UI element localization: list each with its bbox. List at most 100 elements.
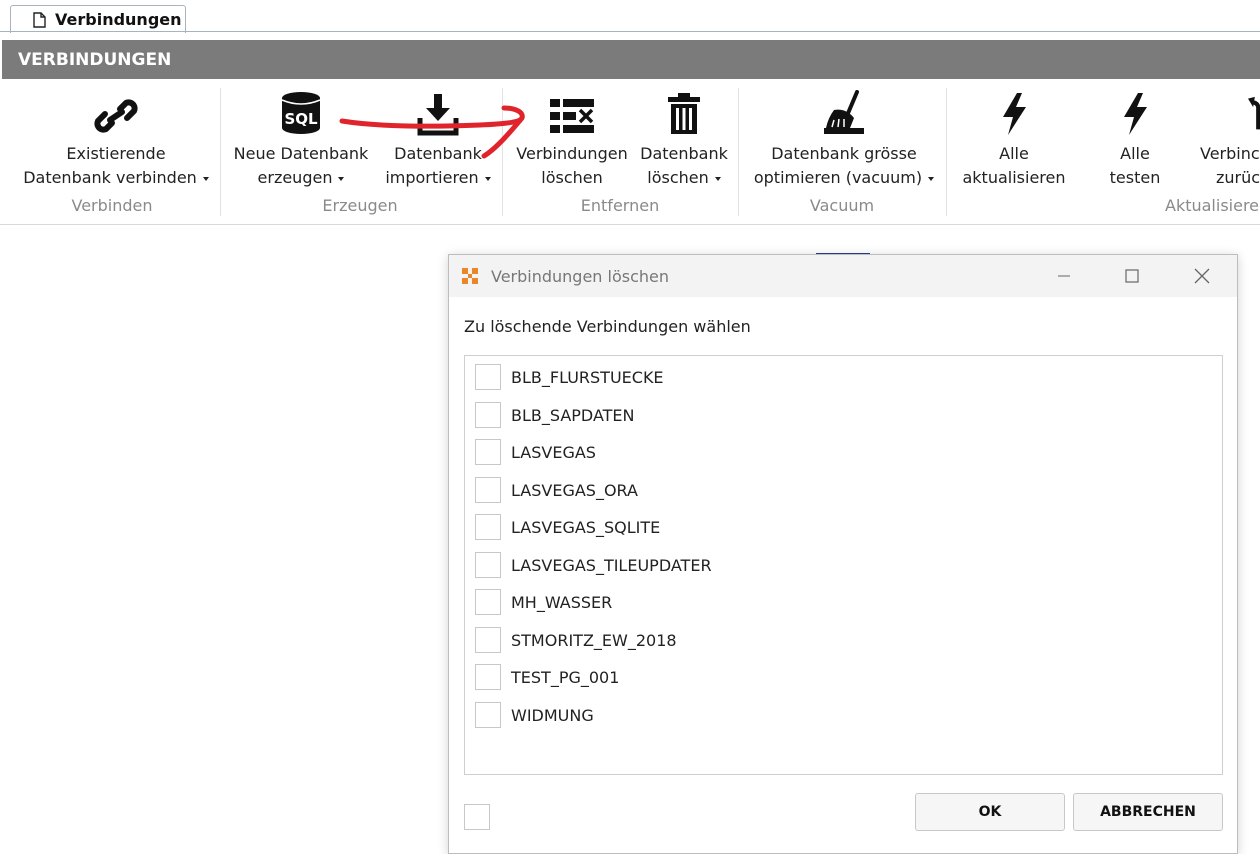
chevron-down-icon (338, 176, 345, 181)
list-item-label: LASVEGAS_ORA (511, 480, 638, 500)
button-label-line1: Datenbank (394, 144, 482, 163)
delete-db-button[interactable]: Datenbank löschen (636, 90, 732, 190)
link-icon (18, 90, 214, 136)
list-item[interactable]: LASVEGAS (475, 438, 596, 466)
tab-strip-divider (0, 31, 1260, 32)
minimize-icon (1058, 275, 1070, 277)
lightning-icon (958, 90, 1070, 136)
list-item-label: LASVEGAS (511, 442, 596, 462)
button-label-line1: Verbindungen (516, 144, 628, 163)
button-label-line1: Datenbank (640, 144, 728, 163)
button-label-line2: optimieren (vacuum) (753, 168, 923, 187)
button-label-line1: Datenbank grösse (771, 144, 917, 163)
list-item-label: TEST_PG_001 (511, 667, 620, 687)
lightning-icon (1100, 90, 1170, 136)
page-title: VERBINDUNGEN (18, 49, 172, 70)
group-label-vacuum: Vacuum (809, 196, 875, 215)
button-label-line2: erzeugen (257, 168, 333, 187)
close-button[interactable] (1172, 255, 1232, 297)
app-icon (461, 267, 479, 285)
select-all-checkbox[interactable] (464, 804, 490, 830)
button-label-line2: importieren (385, 168, 479, 187)
chevron-down-icon (484, 176, 491, 181)
tab-verbindungen[interactable]: Verbindungen (10, 5, 186, 33)
button-label-line2: testen (1109, 168, 1161, 187)
group-separator (946, 88, 947, 216)
group-label-verbinden: Verbinden (71, 196, 153, 215)
button-label-line1: Verbinc (1200, 144, 1260, 163)
ok-button[interactable]: OK (915, 793, 1065, 831)
list-item-label: STMORITZ_EW_2018 (511, 630, 677, 650)
connections-checklist: BLB_FLURSTUECKE BLB_SAPDATEN LASVEGAS LA… (464, 355, 1223, 775)
list-item[interactable]: LASVEGAS_TILEUPDATER (475, 551, 712, 579)
list-item[interactable]: BLB_FLURSTUECKE (475, 363, 664, 391)
delete-connections-dialog: Verbindungen löschen Zu löschende Verbin… (448, 254, 1238, 854)
button-label-line1: Existierende (66, 144, 166, 163)
button-label-line1: Neue Datenbank (233, 144, 369, 163)
list-item-label: MH_WASSER (511, 592, 613, 612)
list-item[interactable]: MH_WASSER (475, 588, 612, 616)
connect-existing-db-button[interactable]: Existierende Datenbank verbinden (18, 90, 214, 190)
checkbox[interactable] (475, 589, 501, 615)
test-all-button[interactable]: Alle testen (1100, 90, 1170, 190)
button-label-line2: löschen (541, 168, 603, 187)
import-db-button[interactable]: Datenbank importieren (380, 90, 496, 190)
checkbox[interactable] (475, 402, 501, 428)
button-label-line2: löschen (647, 168, 709, 187)
button-label-line1: Alle (999, 144, 1029, 163)
delete-connections-button[interactable]: Verbindungen löschen (510, 90, 634, 190)
close-icon (1194, 268, 1210, 284)
dialog-titlebar[interactable]: Verbindungen löschen (449, 255, 1237, 297)
list-item[interactable]: STMORITZ_EW_2018 (475, 626, 677, 654)
checkbox[interactable] (475, 514, 501, 540)
reset-connections-button[interactable]: Verbinc zurüc (1200, 90, 1260, 190)
group-separator (220, 88, 221, 216)
group-separator (738, 88, 739, 216)
list-item-label: LASVEGAS_TILEUPDATER (511, 555, 712, 575)
dialog-title: Verbindungen löschen (491, 266, 670, 286)
checkbox[interactable] (475, 702, 501, 728)
checkbox[interactable] (475, 364, 501, 390)
maximize-button[interactable] (1102, 255, 1162, 297)
checkbox[interactable] (475, 477, 501, 503)
group-separator (502, 88, 503, 216)
list-item-label: BLB_SAPDATEN (511, 405, 635, 425)
sql-icon-text: SQL (284, 110, 318, 128)
button-label-line2: Datenbank verbinden (23, 168, 197, 187)
button-label-line2: aktualisieren (962, 168, 1066, 187)
create-new-db-button[interactable]: SQL Neue Datenbank erzeugen (228, 90, 374, 190)
group-label-entfernen: Entfernen (580, 196, 660, 215)
group-label-aktualisieren: Aktualisiere (1165, 196, 1260, 215)
undo-icon (1200, 90, 1260, 136)
list-item-label: BLB_FLURSTUECKE (511, 367, 664, 387)
checkbox[interactable] (475, 439, 501, 465)
group-label-erzeugen: Erzeugen (322, 196, 398, 215)
list-item[interactable]: LASVEGAS_SQLITE (475, 513, 660, 541)
list-item[interactable]: LASVEGAS_ORA (475, 476, 638, 504)
button-label-line1: Alle (1120, 144, 1150, 163)
document-icon (33, 11, 55, 28)
list-item[interactable]: BLB_SAPDATEN (475, 401, 635, 429)
ribbon: Verbinden Erzeugen Entfernen Vacuum Aktu… (0, 80, 1260, 225)
dialog-prompt: Zu löschende Verbindungen wählen (464, 317, 751, 336)
list-item[interactable]: TEST_PG_001 (475, 663, 619, 691)
import-download-icon (380, 90, 496, 136)
chevron-down-icon (928, 176, 935, 181)
list-item-label: LASVEGAS_SQLITE (511, 517, 661, 537)
checkbox[interactable] (475, 664, 501, 690)
optimize-db-vacuum-button[interactable]: Datenbank grösse optimieren (vacuum) (748, 90, 940, 190)
delete-list-icon (510, 90, 634, 136)
tab-label: Verbindungen (55, 10, 182, 29)
checkbox[interactable] (475, 627, 501, 653)
chevron-down-icon (714, 176, 721, 181)
list-item[interactable]: WIDMUNG (475, 701, 594, 729)
minimize-button[interactable] (1034, 255, 1094, 297)
chevron-down-icon (202, 176, 209, 181)
cancel-button[interactable]: ABBRECHEN (1073, 793, 1223, 831)
update-all-button[interactable]: Alle aktualisieren (958, 90, 1070, 190)
broom-icon (748, 90, 940, 136)
page-header: VERBINDUNGEN (2, 40, 1260, 79)
trash-icon (636, 90, 732, 136)
button-label-line2: zurüc (1216, 168, 1260, 187)
checkbox[interactable] (475, 552, 501, 578)
